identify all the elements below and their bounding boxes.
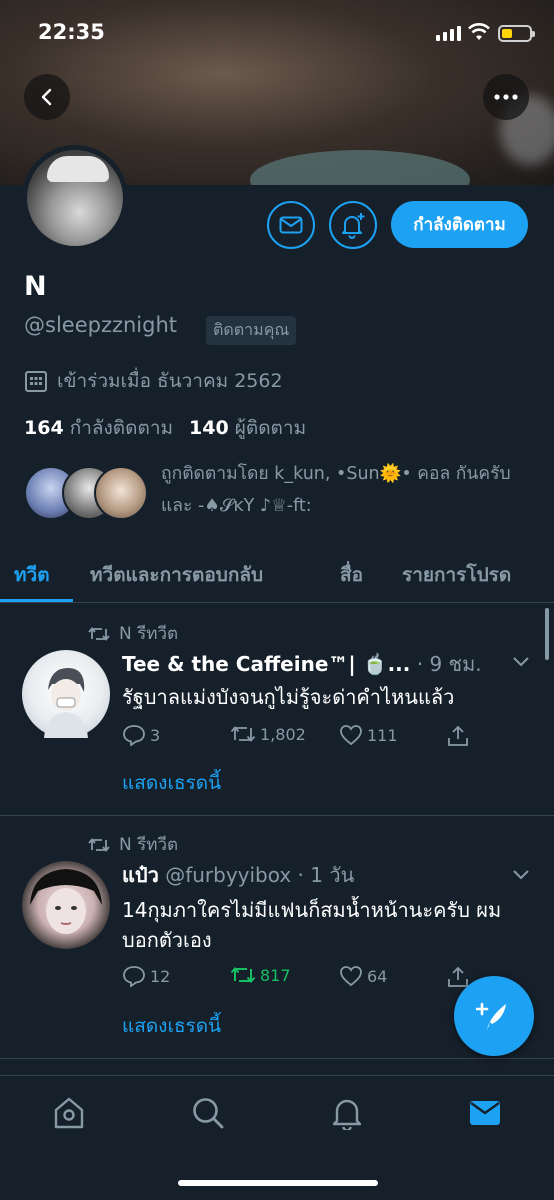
reply-icon [123, 725, 145, 746]
calendar-icon [25, 371, 47, 392]
avatar[interactable] [22, 861, 110, 949]
like-icon [340, 725, 362, 746]
message-button[interactable] [267, 201, 315, 249]
like-count: 111 [367, 725, 398, 745]
avatar-image [27, 150, 123, 246]
mail-icon [279, 216, 303, 234]
notifications-icon [332, 1099, 362, 1132]
retweet-button[interactable]: 1,802 [230, 724, 306, 744]
retweet-icon [88, 626, 110, 641]
notifications-toggle-button[interactable] [329, 201, 377, 249]
retweet-icon [230, 726, 256, 742]
more-options-button[interactable] [483, 74, 529, 120]
retweet-count: 817 [260, 965, 291, 985]
home-icon [54, 1097, 84, 1129]
avatar [94, 466, 148, 520]
retweet-button[interactable]: 817 [230, 965, 291, 985]
avatar[interactable] [22, 650, 110, 738]
tweet-author-name[interactable]: Tee & the Caffeine™| 🍵... [122, 652, 410, 676]
chevron-down-icon[interactable] [512, 656, 530, 668]
retweet-label: N รีทวีต [88, 831, 178, 858]
like-icon [340, 966, 362, 987]
compose-icon [476, 1002, 506, 1030]
follows-you-badge: ติดตามคุณ [206, 316, 297, 345]
battery-icon [498, 25, 535, 42]
retweet-icon [88, 837, 110, 852]
share-icon [448, 725, 468, 746]
bell-plus-icon [342, 213, 365, 239]
profile-name: N [24, 271, 47, 302]
retweet-count: 1,802 [260, 724, 306, 744]
tab-likes[interactable]: รายการโปรด [402, 560, 511, 590]
retweet-label-text: N รีทวีต [119, 624, 179, 644]
like-button[interactable]: 111 [339, 724, 398, 746]
profile-avatar[interactable] [22, 145, 128, 251]
banner-shape [250, 150, 470, 185]
reply-count: 12 [150, 966, 171, 986]
tweet-actions: 3 1,802 111 [122, 724, 482, 754]
followers-link[interactable]: 140 ผู้ติดตาม [189, 413, 306, 443]
tweet[interactable]: N รีทวีต Tee & the Caffeine™| 🍵... · 9 ช… [0, 604, 554, 816]
profile-handle: @sleepzznight [24, 313, 178, 337]
wifi-icon [468, 23, 490, 40]
reply-icon [123, 966, 145, 987]
followed-by-avatars[interactable] [24, 466, 148, 522]
retweet-label-text: N รีทวีต [119, 835, 179, 855]
back-icon [41, 88, 52, 106]
tweet-meta: · 9 ชม. [416, 652, 482, 676]
following-button[interactable]: กำลังติดตาม [391, 201, 528, 248]
avatar-illustration [44, 668, 88, 738]
retweet-icon [230, 966, 256, 984]
following-label: กำลังติดตาม [69, 417, 174, 439]
more-icon [494, 94, 518, 100]
nav-notifications[interactable] [330, 1096, 364, 1134]
show-thread-link[interactable]: แสดงเธรดนี้ [122, 1011, 221, 1041]
tweet-header: Tee & the Caffeine™| 🍵... · 9 ชม. [122, 648, 482, 680]
status-time: 22:35 [38, 20, 105, 44]
followers-label: ผู้ติดตาม [234, 417, 307, 439]
following-count: 164 [24, 417, 64, 439]
active-tab-indicator [0, 599, 73, 602]
tweet-header: แป๋ว @furbyyibox · 1 วัน [122, 859, 354, 891]
reply-button[interactable]: 3 [122, 724, 160, 746]
tweet-author-name[interactable]: แป๋ว [122, 863, 159, 887]
like-button[interactable]: 64 [339, 965, 387, 987]
compose-tweet-button[interactable] [454, 976, 534, 1056]
search-icon [193, 1098, 224, 1129]
follow-counts: 164 กำลังติดตาม 140 ผู้ติดตาม [24, 413, 306, 443]
nav-messages[interactable] [468, 1096, 502, 1134]
avatar-photo [30, 869, 102, 934]
tab-tweets[interactable]: ทวีต [14, 560, 50, 590]
tab-media[interactable]: สื่อ [340, 560, 363, 590]
nav-search[interactable] [191, 1096, 225, 1134]
followers-count: 140 [189, 417, 229, 439]
followed-by-text[interactable]: ถูกติดตามโดย k_kun, •Sun🌞• คอล กันครับ แ… [161, 458, 531, 522]
tweet-text: รัฐบาลแม่งบังจนกูไม่รู้จะด่าคำไหนแล้ว [122, 685, 455, 709]
share-button[interactable] [446, 724, 470, 748]
status-bar: 22:35 [0, 0, 554, 66]
signal-icon [436, 26, 461, 41]
nav-home[interactable] [52, 1096, 86, 1134]
back-button[interactable] [24, 74, 70, 120]
tweet-meta: @furbyyibox · 1 วัน [165, 863, 355, 887]
reply-count: 3 [150, 725, 161, 745]
retweet-label: N รีทวีต [88, 620, 178, 647]
following-link[interactable]: 164 กำลังติดตาม [24, 413, 173, 443]
scrollbar[interactable] [545, 608, 549, 660]
joined-text: เข้าร่วมเมื่อ ธันวาคม 2562 [57, 370, 283, 392]
show-thread-link[interactable]: แสดงเธรดนี้ [122, 768, 221, 798]
like-count: 64 [367, 966, 388, 986]
joined-date: เข้าร่วมเมื่อ ธันวาคม 2562 [24, 366, 283, 396]
profile-tabs: ทวีต ทวีตและการตอบกลับ สื่อ รายการโปรด [0, 548, 554, 603]
chevron-down-icon[interactable] [512, 869, 530, 881]
messages-icon [470, 1101, 500, 1125]
tweet-actions: 12 817 64 [122, 965, 482, 995]
home-indicator[interactable] [178, 1180, 378, 1186]
tweet-text: 14กุมภาใครไม่มีแฟนก็สมน้ำหน้านะครับ ผมบอ… [122, 898, 502, 952]
reply-button[interactable]: 12 [122, 965, 170, 987]
tab-tweets-replies[interactable]: ทวีตและการตอบกลับ [90, 560, 263, 590]
